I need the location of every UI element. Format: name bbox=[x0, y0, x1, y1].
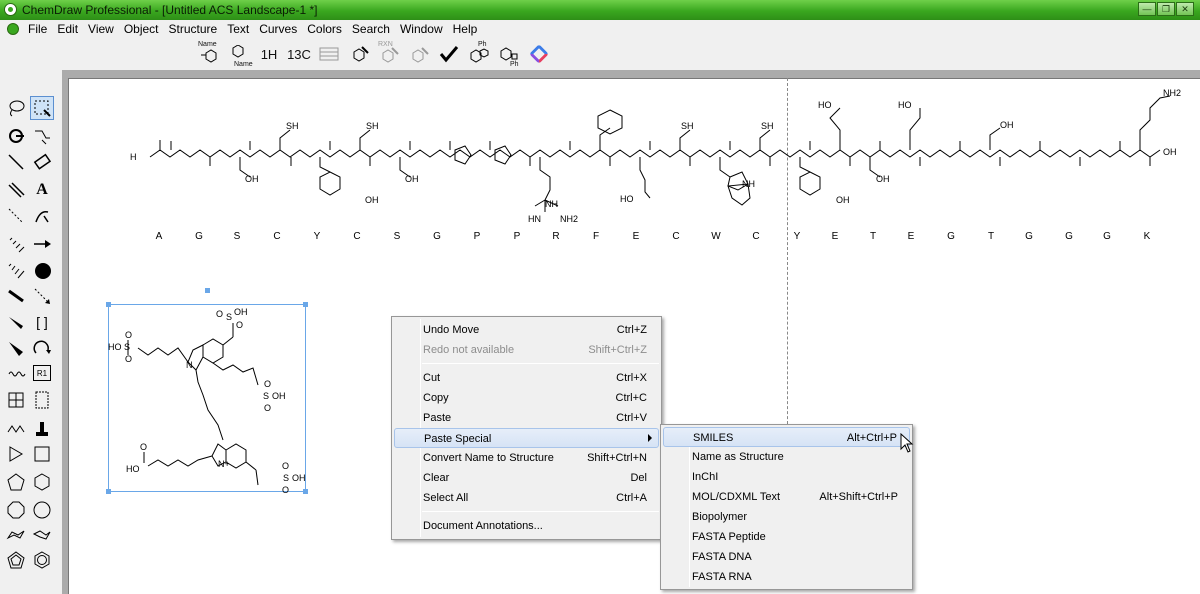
rotation-handle[interactable] bbox=[205, 288, 210, 293]
submenu-mol-cdxml-text[interactable]: MOL/CDXML Text Alt+Shift+Ctrl+P bbox=[663, 487, 910, 507]
atom-label: SH bbox=[366, 121, 379, 131]
menu-cut[interactable]: Cut Ctrl+X bbox=[394, 368, 659, 388]
atom-label: S bbox=[263, 391, 269, 401]
sequence-letter: P bbox=[473, 231, 481, 242]
menu-separator bbox=[422, 363, 659, 364]
atom-label: N+ bbox=[218, 459, 230, 469]
context-menu: Undo Move Ctrl+Z Redo not available Shif… bbox=[391, 316, 662, 540]
sequence-letter: A bbox=[155, 231, 163, 242]
atom-label: NH2 bbox=[560, 214, 578, 224]
atom-label: HO bbox=[108, 342, 122, 352]
atom-label: OH bbox=[365, 195, 379, 205]
menu-convert-name-to-structure[interactable]: Convert Name to Structure Shift+Ctrl+N bbox=[394, 448, 659, 468]
menu-paste-special[interactable]: Paste Special bbox=[394, 428, 659, 448]
sequence-letter: C bbox=[672, 231, 680, 242]
submenu-inchi[interactable]: InChI bbox=[663, 467, 910, 487]
menu-select-all[interactable]: Select All Ctrl+A bbox=[394, 488, 659, 508]
atom-label: NH bbox=[545, 199, 558, 209]
atom-label: SH bbox=[286, 121, 299, 131]
mouse-cursor-icon bbox=[900, 433, 914, 453]
atom-label: SH bbox=[681, 121, 694, 131]
paste-special-submenu: SMILES Alt+Ctrl+P Name as Structure InCh… bbox=[660, 424, 913, 590]
sequence-letter: E bbox=[632, 231, 640, 242]
atom-label: S bbox=[124, 342, 130, 352]
sequence-letter: S bbox=[393, 231, 401, 242]
atom-label: N bbox=[186, 360, 193, 370]
atom-label: O bbox=[216, 309, 223, 319]
sequence-letter: C bbox=[353, 231, 361, 242]
atom-label: O bbox=[125, 354, 132, 364]
atom-label: HN bbox=[528, 214, 541, 224]
sequence-letter: Y bbox=[313, 231, 321, 242]
sequence-letter: T bbox=[869, 231, 877, 242]
sequence-letter: T bbox=[987, 231, 995, 242]
menu-undo-move[interactable]: Undo Move Ctrl+Z bbox=[394, 320, 659, 340]
atom-label: OH bbox=[876, 174, 890, 184]
atom-label: S bbox=[226, 312, 232, 322]
atom-label: O bbox=[264, 403, 271, 413]
atom-label: HO bbox=[818, 100, 832, 110]
atom-label: O bbox=[140, 442, 147, 452]
sequence-letter: G bbox=[1025, 231, 1033, 242]
atom-label: O bbox=[282, 461, 289, 471]
sequence-letter: G bbox=[947, 231, 955, 242]
menu-copy[interactable]: Copy Ctrl+C bbox=[394, 388, 659, 408]
menu-redo: Redo not available Shift+Ctrl+Z bbox=[423, 344, 647, 356]
submenu-biopolymer[interactable]: Biopolymer bbox=[663, 507, 910, 527]
sequence-letter: Y bbox=[793, 231, 801, 242]
submenu-name-as-structure[interactable]: Name as Structure bbox=[663, 447, 910, 467]
sequence-letter: G bbox=[1103, 231, 1111, 242]
menu-clear[interactable]: Clear Del bbox=[394, 468, 659, 488]
atom-label: OH bbox=[836, 195, 850, 205]
sequence-letter: E bbox=[831, 231, 839, 242]
submenu-fasta-rna[interactable]: FASTA RNA bbox=[663, 567, 910, 587]
atom-label: OH bbox=[405, 174, 419, 184]
submenu-arrow-icon bbox=[648, 434, 652, 442]
sequence-letter: R bbox=[552, 231, 560, 242]
sequence-letter: F bbox=[592, 231, 600, 242]
menu-separator bbox=[422, 511, 659, 512]
submenu-smiles[interactable]: SMILES Alt+Ctrl+P bbox=[663, 427, 910, 447]
atom-label: HO bbox=[126, 464, 140, 474]
atom-label: SH bbox=[761, 121, 774, 131]
sequence-letter: G bbox=[195, 231, 203, 242]
sequence-letter: C bbox=[752, 231, 760, 242]
atom-label: O bbox=[282, 485, 289, 495]
atom-label: OH bbox=[245, 174, 259, 184]
atom-label: HO bbox=[620, 194, 634, 204]
atom-label: OH bbox=[234, 307, 248, 317]
sequence-letter: K bbox=[1143, 231, 1151, 242]
atom-label: O bbox=[236, 320, 243, 330]
sequence-letter: E bbox=[907, 231, 915, 242]
menu-paste[interactable]: Paste Ctrl+V bbox=[394, 408, 659, 428]
sequence-letter: P bbox=[513, 231, 521, 242]
atom-label: NH2 bbox=[1163, 88, 1181, 98]
sequence-letter: G bbox=[433, 231, 441, 242]
cyanine-dye-structure[interactable]: O S OH O HO S O O N S OH O O N+ HO O S O… bbox=[108, 300, 308, 496]
submenu-fasta-dna[interactable]: FASTA DNA bbox=[663, 547, 910, 567]
atom-label: O bbox=[264, 379, 271, 389]
sequence-letter: W bbox=[711, 231, 721, 242]
submenu-fasta-peptide[interactable]: FASTA Peptide bbox=[663, 527, 910, 547]
atom-label: OH bbox=[1163, 147, 1177, 157]
sequence-letter: S bbox=[233, 231, 241, 242]
atom-label: OH bbox=[292, 473, 306, 483]
atom-label: HO bbox=[898, 100, 912, 110]
atom-label: O bbox=[125, 330, 132, 340]
sequence-letter: G bbox=[1065, 231, 1073, 242]
atom-label: OH bbox=[1000, 120, 1014, 130]
atom-label: H bbox=[130, 152, 137, 162]
atom-label: S bbox=[283, 473, 289, 483]
atom-label: NH bbox=[742, 179, 755, 189]
atom-label: OH bbox=[272, 391, 286, 401]
sequence-letter: C bbox=[273, 231, 281, 242]
menu-document-annotations[interactable]: Document Annotations... bbox=[394, 516, 659, 536]
